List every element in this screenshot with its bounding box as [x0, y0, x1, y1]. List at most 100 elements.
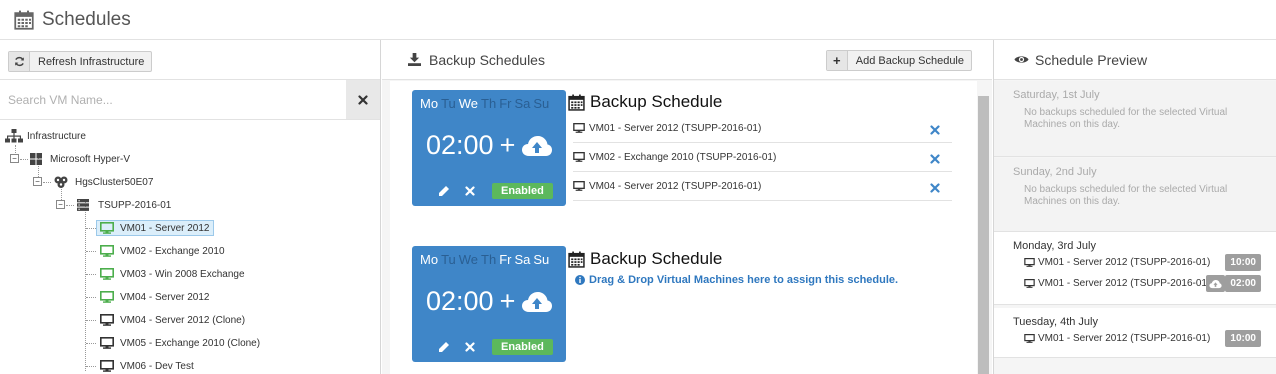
preview-day: Monday, 3rd July VM01 - Server 2012 (TSU…	[994, 231, 1276, 305]
remove-vm-button[interactable]	[930, 180, 940, 196]
close-icon	[930, 183, 940, 193]
monitor-icon	[1024, 279, 1035, 288]
tree-node-hyperv[interactable]: Microsoft Hyper-V	[30, 149, 130, 169]
cluster-icon	[53, 176, 69, 188]
drop-hint: Drag & Drop Virtual Machines here to ass…	[575, 274, 898, 286]
collapse-host-toggle[interactable]: −	[56, 200, 65, 209]
schedule-days: Mo Tu We Th Fr Sa Su	[412, 246, 566, 267]
schedule-plus: +	[499, 130, 516, 160]
vm-label: VM06 - Dev Test	[120, 360, 194, 372]
remove-vm-button[interactable]	[930, 151, 940, 167]
calendar-icon	[568, 94, 585, 111]
tree-vm-item[interactable]: VM06 - Dev Test	[96, 356, 198, 374]
pencil-icon	[439, 186, 449, 196]
tree-vm-item[interactable]: VM02 - Exchange 2010	[96, 241, 229, 261]
preview-day-note: No backups scheduled for the selected Vi…	[1024, 184, 1228, 207]
close-icon	[358, 95, 368, 105]
add-backup-schedule-button[interactable]: + Add Backup Schedule	[825, 50, 972, 71]
preview-entry: VM01 - Server 2012 (TSUPP-2016-01) 10:00	[1024, 252, 1276, 273]
schedule-time-value: 02:00	[426, 130, 494, 160]
schedule-vm-name: VM02 - Exchange 2010 (TSUPP-2016-01)	[589, 151, 777, 163]
edit-schedule-button[interactable]	[436, 339, 452, 355]
cloud-upload-icon	[521, 290, 553, 314]
vm-off-icon	[100, 337, 114, 349]
close-icon	[465, 186, 475, 196]
info-icon	[575, 275, 585, 285]
day-sun[interactable]: Su	[533, 96, 549, 111]
day-tue[interactable]: Tu	[441, 96, 456, 111]
search-row	[0, 80, 380, 120]
delete-schedule-button[interactable]	[462, 183, 478, 199]
schedule-days: Mo Tu We Th Fr Sa Su	[412, 90, 566, 111]
day-wed[interactable]: We	[459, 252, 478, 267]
tree-node-host[interactable]: TSUPP-2016-01	[77, 195, 171, 215]
tree-vm-item[interactable]: VM03 - Win 2008 Exchange	[96, 264, 249, 284]
tree-label-cluster: HgsCluster50E07	[75, 176, 154, 188]
vm-running-icon	[100, 222, 114, 234]
sitemap-icon	[5, 129, 23, 143]
schedule-actions: Enabled	[436, 339, 553, 355]
schedule-card[interactable]: Mo Tu We Th Fr Sa Su 02:00 + Enabled	[412, 90, 566, 206]
monitor-icon	[573, 152, 585, 162]
schedule-title: Backup Schedule	[590, 249, 723, 268]
preview-day: Sunday, 2nd July No backups scheduled fo…	[994, 158, 1276, 234]
day-mon[interactable]: Mo	[420, 96, 438, 111]
vm-label: VM05 - Exchange 2010 (Clone)	[120, 337, 261, 349]
preview-day-name: Tuesday, 4th July	[1013, 316, 1098, 328]
enabled-toggle[interactable]: Enabled	[492, 339, 553, 355]
cloud-upload-icon	[1206, 275, 1225, 292]
tree-label-hyperv: Microsoft Hyper-V	[50, 153, 131, 165]
schedules-list: Mo Tu We Th Fr Sa Su 02:00 + Enabled Bac…	[390, 81, 977, 374]
tree-node-cluster[interactable]: HgsCluster50E07	[53, 172, 153, 192]
tree-label-host: TSUPP-2016-01	[98, 199, 172, 211]
schedule-vm-row: VM01 - Server 2012 (TSUPP-2016-01)	[573, 114, 952, 143]
drop-hint-text: Drag & Drop Virtual Machines here to ass…	[589, 274, 899, 286]
tree-vm-item[interactable]: VM05 - Exchange 2010 (Clone)	[96, 333, 264, 353]
tree-vm-item[interactable]: VM04 - Server 2012	[96, 287, 214, 307]
schedule-card[interactable]: Mo Tu We Th Fr Sa Su 02:00 + Enabled	[412, 246, 566, 362]
eye-icon	[1014, 54, 1029, 65]
calendar-icon	[568, 251, 585, 268]
preview-entry: VM01 - Server 2012 (TSUPP-2016-01) 02:00	[1024, 273, 1276, 294]
schedule-time-value: 02:00	[426, 286, 494, 316]
enabled-toggle[interactable]: Enabled	[492, 183, 553, 199]
close-icon	[930, 154, 940, 164]
day-sat[interactable]: Sa	[514, 252, 530, 267]
left-toolbar: Refresh Infrastructure	[0, 40, 380, 80]
day-mon[interactable]: Mo	[420, 252, 438, 267]
infrastructure-tree: Infrastructure − Microsoft Hyper-V − Hgs…	[0, 120, 380, 374]
day-wed[interactable]: We	[459, 96, 478, 111]
preview-day-name: Monday, 3rd July	[1013, 240, 1096, 252]
collapse-cluster-toggle[interactable]: −	[33, 177, 42, 186]
schedule-title: Backup Schedule	[590, 92, 723, 111]
cloud-upload-icon	[521, 134, 553, 158]
collapse-hyperv-toggle[interactable]: −	[10, 154, 19, 163]
day-sun[interactable]: Su	[533, 252, 549, 267]
remove-vm-button[interactable]	[930, 122, 940, 138]
tree-node-infrastructure[interactable]: Infrastructure	[5, 126, 86, 146]
day-fri[interactable]: Fr	[499, 252, 511, 267]
preview-entry-time: 10:00	[1225, 330, 1261, 347]
vm-running-icon	[100, 291, 114, 303]
refresh-infrastructure-button[interactable]: Refresh Infrastructure	[8, 51, 153, 72]
schedule-preview-panel: Schedule Preview Saturday, 1st July No b…	[993, 40, 1276, 374]
edit-schedule-button[interactable]	[436, 183, 452, 199]
clear-search-button[interactable]	[346, 80, 380, 119]
tree-vm-item[interactable]: VM04 - Server 2012 (Clone)	[96, 310, 249, 330]
preview-day-name: Saturday, 1st July	[1013, 89, 1100, 101]
preview-entry-time: 10:00	[1225, 254, 1261, 271]
schedule-actions: Enabled	[436, 183, 553, 199]
tree-vm-item[interactable]: VM01 - Server 2012	[96, 218, 214, 238]
day-fri[interactable]: Fr	[499, 96, 511, 111]
infrastructure-panel: Refresh Infrastructure Search VM Name...…	[0, 40, 381, 374]
day-thu[interactable]: Th	[481, 252, 496, 267]
delete-schedule-button[interactable]	[462, 339, 478, 355]
schedules-scrollbar[interactable]	[978, 96, 989, 374]
day-thu[interactable]: Th	[481, 96, 496, 111]
backup-schedules-title: Backup Schedules	[429, 51, 545, 68]
calendar-icon	[14, 10, 34, 30]
preview-entry-vm: VM01 - Server 2012 (TSUPP-2016-01)	[1038, 257, 1211, 268]
day-sat[interactable]: Sa	[514, 96, 530, 111]
search-vm-input[interactable]	[0, 80, 346, 119]
day-tue[interactable]: Tu	[441, 252, 456, 267]
